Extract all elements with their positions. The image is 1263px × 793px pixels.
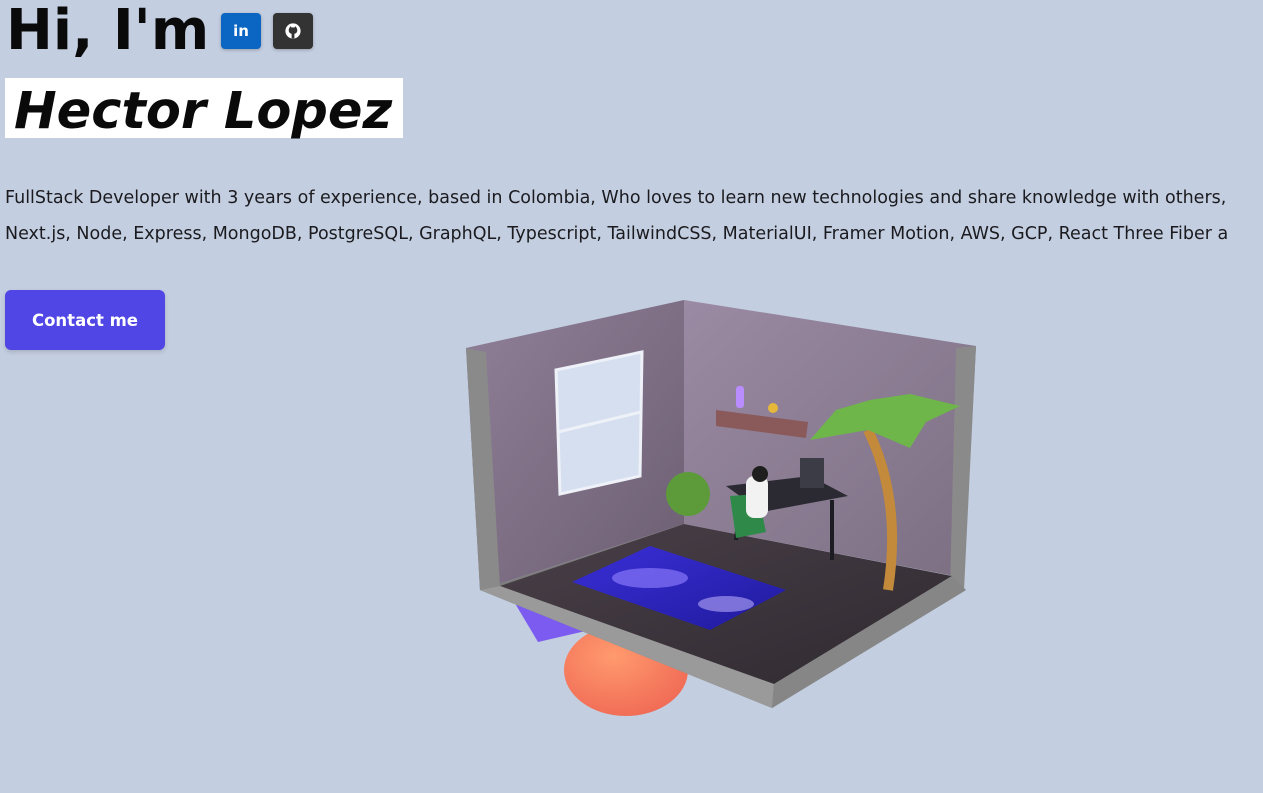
linkedin-button[interactable]: in — [221, 13, 262, 49]
bio-line-1: FullStack Developer with 3 years of expe… — [5, 188, 1227, 208]
bio-line-2: Next.js, Node, Express, MongoDB, Postgre… — [5, 224, 1229, 244]
name-heading: Hector Lopez — [14, 82, 393, 141]
svg-text:in: in — [233, 22, 249, 40]
contact-me-button[interactable]: Contact me — [5, 290, 165, 350]
isometric-room-illustration — [466, 300, 976, 716]
monitor — [800, 458, 824, 488]
hero-section: Hi, I'm in Hector Lopez FullStack Develo… — [0, 0, 1263, 793]
small-plant — [666, 472, 710, 516]
linkedin-icon: in — [233, 22, 249, 40]
github-icon — [285, 23, 301, 39]
bio-text: FullStack Developer with 3 years of expe… — [5, 180, 1263, 252]
greeting-row: Hi, I'm in — [6, 0, 314, 63]
greeting-heading: Hi, I'm — [6, 0, 210, 63]
person — [746, 476, 768, 518]
github-button[interactable] — [273, 13, 314, 49]
